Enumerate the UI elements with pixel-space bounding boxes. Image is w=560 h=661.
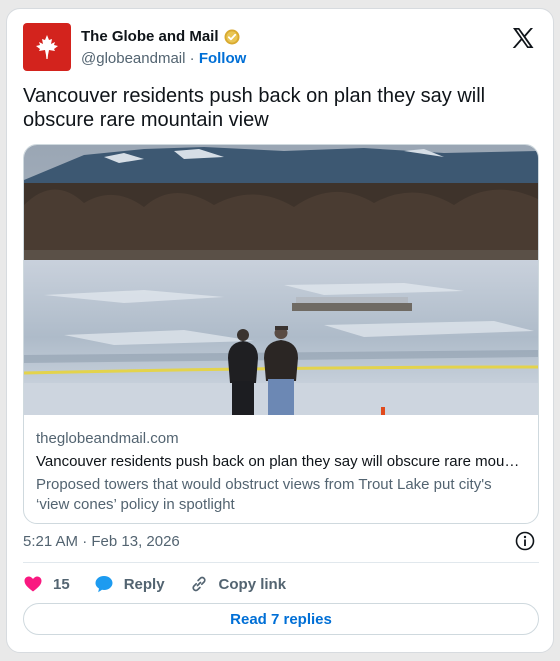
read-replies-button[interactable]: Read 7 replies [23, 603, 539, 635]
avatar[interactable] [23, 23, 71, 71]
info-icon[interactable] [515, 531, 535, 551]
link-icon [191, 576, 206, 592]
action-bar: 15 Reply Copy link [23, 572, 310, 596]
account-name[interactable]: The Globe and Mail [81, 28, 219, 45]
link-description: Proposed towers that would obstruct view… [36, 476, 492, 513]
divider [23, 562, 539, 563]
verified-badge-icon [224, 29, 240, 44]
speech-bubble-icon [95, 576, 113, 593]
article-photo [24, 145, 538, 415]
follow-button[interactable]: Follow [199, 50, 247, 67]
reply-button[interactable]: Reply [94, 574, 165, 594]
link-preview-card[interactable]: theglobeandmail.com Vancouver residents … [23, 144, 539, 524]
account-handle[interactable]: @globeandmail [81, 50, 185, 67]
handle-separator: · [189, 50, 195, 67]
tweet-text: Vancouver residents push back on plan th… [23, 85, 486, 131]
x-logo-icon[interactable] [511, 26, 535, 50]
maple-leaf-icon [36, 35, 58, 59]
copy-link-label: Copy link [218, 575, 287, 593]
tweet-timestamp[interactable]: 5:21 AM · Feb 13, 2026 [23, 533, 180, 550]
heart-icon [24, 576, 42, 592]
like-button[interactable]: 15 [23, 574, 70, 594]
account-name-row: The Globe and Mail [81, 28, 240, 45]
reply-label: Reply [123, 575, 165, 593]
link-domain: theglobeandmail.com [36, 430, 179, 447]
copy-link-button[interactable]: Copy link [189, 574, 287, 594]
link-meta: theglobeandmail.com Vancouver residents … [36, 430, 526, 515]
tweet-card: The Globe and Mail @globeandmail · Follo… [6, 8, 554, 653]
link-title[interactable]: Vancouver residents push back on plan th… [36, 453, 526, 470]
like-count: 15 [53, 575, 70, 593]
handle-row: @globeandmail · Follow [81, 50, 246, 67]
